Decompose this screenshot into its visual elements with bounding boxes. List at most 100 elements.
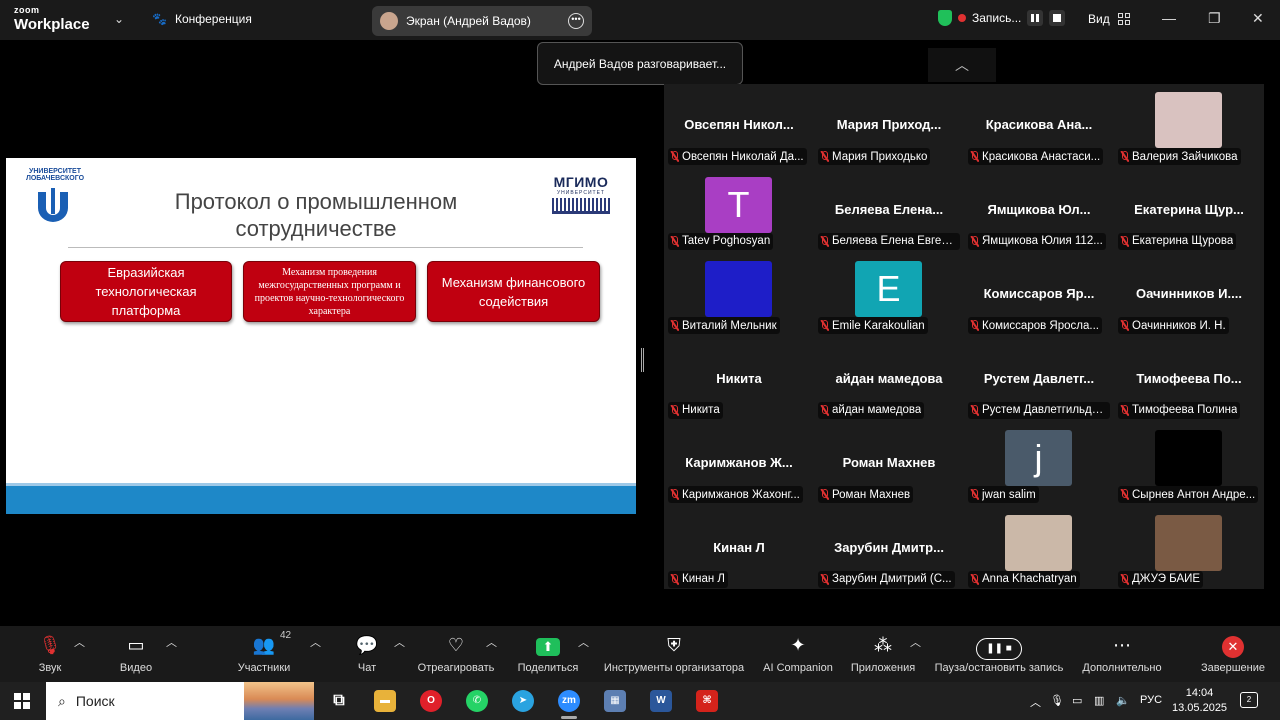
participant-name-label: Комиссаров Яросла...: [968, 317, 1102, 334]
word-icon[interactable]: W: [650, 690, 672, 712]
mic-muted-icon: [670, 404, 679, 416]
participant-tile[interactable]: Мария Приход... Мария Приходько: [814, 84, 964, 168]
chat-caret-icon[interactable]: ︿: [394, 634, 405, 650]
pdf-icon[interactable]: ⌘: [696, 690, 718, 712]
participant-tile[interactable]: Anna Khachatryan: [964, 507, 1114, 591]
participant-display-name: Екатерина Щур...: [1134, 201, 1244, 217]
participant-name-label: Сырнев Антон Андре...: [1118, 486, 1259, 503]
participant-tile[interactable]: Никита Никита: [664, 338, 814, 422]
end-meeting-button[interactable]: ✕ Завершение: [1198, 634, 1268, 674]
mic-muted-icon: [820, 404, 829, 416]
participant-tile[interactable]: Оачинников И.... Оачинников И. Н.: [1114, 253, 1264, 337]
zoom-app-icon[interactable]: zm: [558, 690, 580, 712]
video-button[interactable]: ▭ Видео: [112, 634, 160, 674]
video-caret-icon[interactable]: ︿: [166, 634, 177, 650]
windows-start-icon[interactable]: [14, 693, 30, 709]
minimize-icon[interactable]: —: [1162, 10, 1176, 26]
more-options-icon[interactable]: •••: [568, 13, 584, 29]
participant-tile[interactable]: Зарубин Дмитр... Зарубин Дмитрий (С...: [814, 507, 964, 591]
divider: [68, 247, 583, 248]
notifications-icon[interactable]: 2: [1240, 692, 1258, 708]
participant-display-name: айдан мамедова: [835, 370, 943, 386]
participant-tile[interactable]: Екатерина Щур... Екатерина Щурова: [1114, 169, 1264, 253]
slide-footer-bar: [6, 483, 636, 514]
mic-muted-icon: [970, 320, 979, 331]
more-button[interactable]: ⋯ Дополнительно: [1078, 634, 1166, 674]
opera-icon[interactable]: O: [420, 690, 442, 712]
participants-caret-icon[interactable]: ︿: [310, 634, 321, 650]
participant-tile[interactable]: Красикова Ана... Красикова Анастаси...: [964, 84, 1114, 168]
participant-tile[interactable]: Овсепян Никол... Овсепян Николай Да...: [664, 84, 814, 168]
participant-tile[interactable]: Кинан Л Кинан Л: [664, 507, 814, 591]
participant-avatar: T: [705, 176, 772, 233]
participant-tile[interactable]: Валерия Зайчикова: [1114, 84, 1264, 168]
mic-tray-icon[interactable]: 🎙: [1050, 694, 1064, 707]
whatsapp-icon[interactable]: ✆: [466, 690, 488, 712]
splitter-handle[interactable]: [641, 348, 644, 372]
participant-name: айдан мамедова: [832, 404, 922, 416]
participant-name: Красикова Анастаси...: [982, 150, 1101, 163]
participant-name: Зарубин Дмитрий (С...: [832, 573, 952, 585]
ai-companion-button[interactable]: ✦ AI Companion: [760, 634, 836, 674]
participant-name: jwan salim: [982, 488, 1036, 501]
participant-name-label: jwan salim: [968, 486, 1039, 503]
slide-title: Протокол о промышленном сотрудничестве: [136, 188, 496, 242]
shared-slide: УНИВЕРСИТЕТ ЛОБАЧЕВСКОГО МГИМО УНИВЕРСИТ…: [6, 158, 636, 514]
slide-box-finance: Механизм финансового содействия: [427, 261, 600, 322]
participant-tile[interactable]: айдан мамедова айдан мамедова: [814, 338, 964, 422]
stop-recording-button[interactable]: [1049, 10, 1066, 26]
share-button[interactable]: ⬆ Поделиться: [514, 634, 582, 674]
participant-tile[interactable]: Тимофеева По... Тимофеева Полина: [1114, 338, 1264, 422]
telegram-icon[interactable]: ➤: [512, 690, 534, 712]
taskbar-search[interactable]: ⌕ Поиск: [46, 682, 314, 720]
participant-tile[interactable]: T Tatev Poghosyan: [664, 169, 814, 253]
conference-menu[interactable]: 🐾 Конференция: [152, 12, 252, 26]
network-icon[interactable]: ▥: [1094, 694, 1104, 707]
participant-tile[interactable]: Рустем Давлетг... Рустем Давлетгильде...: [964, 338, 1114, 422]
taskbar-clock[interactable]: 14:04 13.05.2025: [1172, 686, 1227, 716]
apps-caret-icon[interactable]: ︿: [910, 634, 921, 650]
participant-tile[interactable]: Сырнев Антон Андре...: [1114, 422, 1264, 506]
share-caret-icon[interactable]: ︿: [578, 634, 589, 650]
participant-tile[interactable]: Комиссаров Яр... Комиссаров Яросла...: [964, 253, 1114, 337]
participant-tile[interactable]: Каримжанов Ж... Каримжанов Жахонг...: [664, 422, 814, 506]
participant-tile[interactable]: ДЖУЭ БАЙЕ: [1114, 507, 1264, 591]
slide-title-line1: Протокол о промышленном: [174, 189, 458, 214]
chat-button[interactable]: 💬 Чат: [352, 634, 382, 674]
react-caret-icon[interactable]: ︿: [486, 634, 497, 650]
chat-label: Чат: [357, 662, 377, 674]
screen-share-pill[interactable]: Экран (Андрей Вадов) •••: [372, 6, 592, 36]
tray-expand-icon[interactable]: ︿: [1030, 694, 1041, 710]
pause-recording-button[interactable]: [1027, 10, 1044, 26]
apps-label: Приложения: [850, 662, 916, 674]
pause-recording-toolbar-button[interactable]: ❚❚ ■ Пауза/остановить запись: [930, 634, 1068, 674]
restore-icon[interactable]: ❐: [1208, 10, 1221, 27]
chevron-up-icon[interactable]: ︿: [928, 48, 996, 82]
participant-tile[interactable]: j jwan salim: [964, 422, 1114, 506]
participant-tile[interactable]: Ямщикова Юл... Ямщикова Юлия 112...: [964, 169, 1114, 253]
host-tools-button[interactable]: ⛨ Инструменты организатора: [598, 634, 750, 674]
participant-display-name: Мария Приход...: [836, 117, 942, 132]
apps-button[interactable]: ⁂ Приложения: [846, 634, 920, 674]
file-explorer-icon[interactable]: ▬: [374, 690, 396, 712]
language-indicator[interactable]: РУС: [1140, 694, 1162, 706]
close-icon[interactable]: ✕: [1252, 10, 1264, 27]
task-view-icon[interactable]: ⧉: [328, 690, 350, 712]
recording-dot-icon: [958, 14, 966, 22]
participant-name: Виталий Мельник: [682, 319, 777, 332]
participant-name: Оачинников И. Н.: [1132, 319, 1226, 332]
audio-button[interactable]: 🎙 Звук: [30, 634, 70, 674]
participant-tile[interactable]: Виталий Мельник: [664, 253, 814, 337]
view-menu[interactable]: Вид: [1088, 12, 1130, 26]
participant-name-label: айдан мамедова: [818, 401, 925, 419]
chevron-down-icon[interactable]: ⌄: [114, 12, 124, 26]
mic-muted-icon: [1120, 235, 1129, 247]
usb-icon[interactable]: ▭: [1072, 694, 1082, 707]
calculator-icon[interactable]: ▦: [604, 690, 626, 712]
mic-muted-icon: [820, 573, 829, 585]
participant-tile[interactable]: Беляева Елена... Беляева Елена Евген...: [814, 169, 964, 253]
participant-tile[interactable]: Роман Махнев Роман Махнев: [814, 422, 964, 506]
audio-caret-icon[interactable]: ︿: [74, 634, 85, 650]
volume-icon[interactable]: 🔈: [1116, 694, 1130, 707]
participant-tile[interactable]: E Emile Karakoulian: [814, 253, 964, 337]
